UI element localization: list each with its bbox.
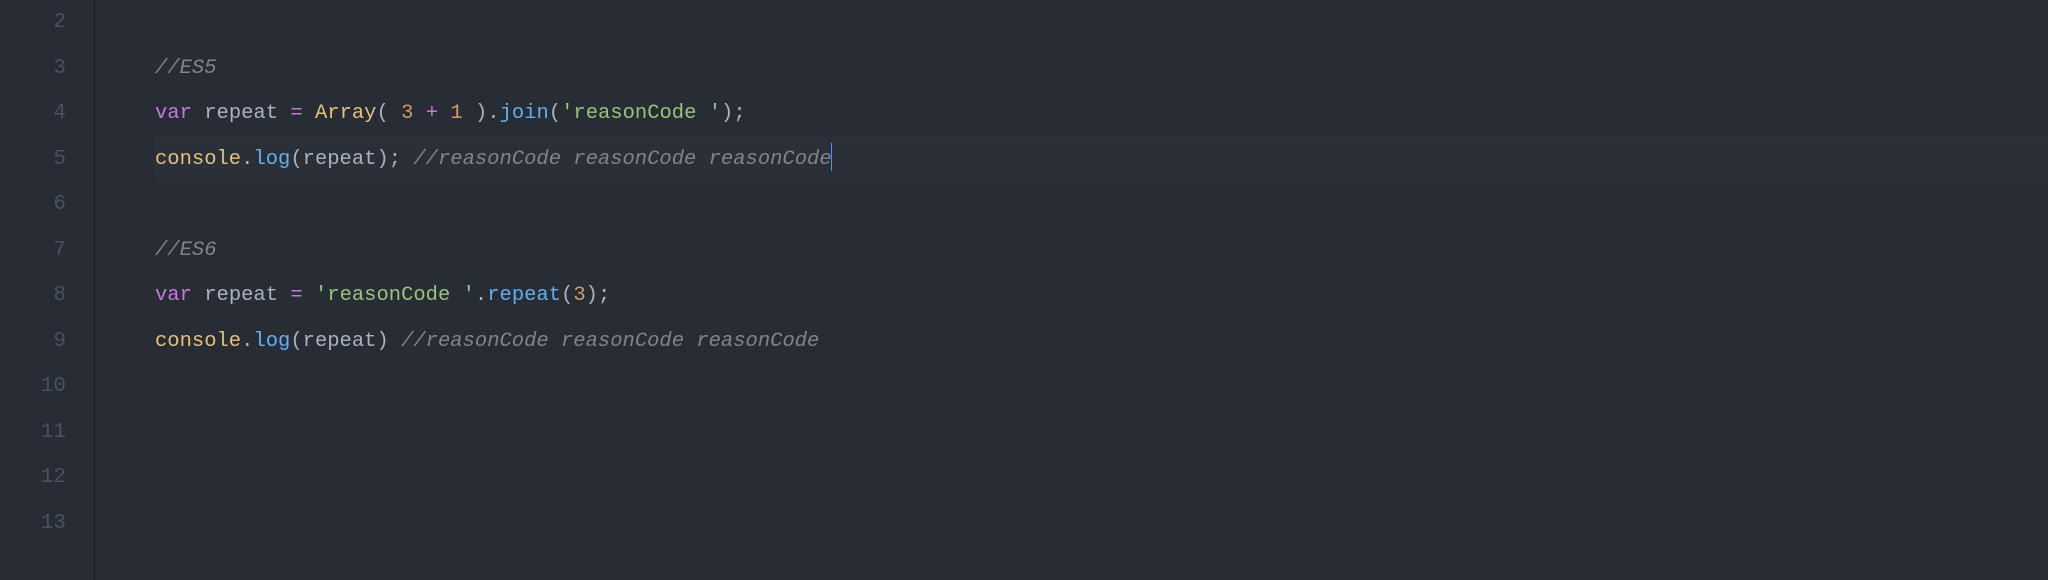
token (438, 102, 450, 125)
token: 3 (401, 102, 413, 125)
gutter: 2345678910111213 (0, 0, 95, 580)
token: = (290, 102, 302, 125)
token: repeat (204, 284, 278, 307)
token: . (241, 148, 253, 171)
token: 'reasonCode ' (315, 284, 475, 307)
line-number: 5 (0, 137, 66, 183)
token: ( (290, 148, 302, 171)
line-number: 3 (0, 46, 66, 92)
token: 1 (450, 102, 462, 125)
token: //reasonCode reasonCode reasonCode (401, 330, 819, 353)
code-line[interactable]: console.log(repeat) //reasonCode reasonC… (155, 319, 2048, 365)
line-number: 10 (0, 364, 66, 410)
code-line[interactable]: var repeat = Array( 3 + 1 ).join('reason… (155, 91, 2048, 137)
token: Array (315, 102, 377, 125)
token: console (155, 330, 241, 353)
token (413, 102, 425, 125)
token: ); (721, 102, 746, 125)
line-number: 13 (0, 501, 66, 547)
code-editor[interactable]: 2345678910111213 //ES5var repeat = Array… (0, 0, 2048, 580)
token: 3 (573, 284, 585, 307)
code-line[interactable]: //ES5 (155, 46, 2048, 92)
code-line[interactable] (155, 410, 2048, 456)
token: //reasonCode reasonCode reasonCode (413, 148, 831, 171)
text-cursor (831, 143, 832, 171)
token: ); (376, 148, 413, 171)
line-number: 6 (0, 182, 66, 228)
token: ); (586, 284, 611, 307)
line-number: 8 (0, 273, 66, 319)
token: ( (290, 330, 302, 353)
token (303, 284, 315, 307)
code-line[interactable]: //ES6 (155, 228, 2048, 274)
line-number: 9 (0, 319, 66, 365)
token (303, 102, 315, 125)
token: var (155, 102, 192, 125)
token (278, 102, 290, 125)
token: console (155, 148, 241, 171)
token: ( (549, 102, 561, 125)
code-area[interactable]: //ES5var repeat = Array( 3 + 1 ).join('r… (95, 0, 2048, 580)
code-line[interactable] (155, 0, 2048, 46)
code-line[interactable] (155, 501, 2048, 547)
token: . (241, 330, 253, 353)
line-number: 7 (0, 228, 66, 274)
token: 'reasonCode ' (561, 102, 721, 125)
code-line[interactable]: console.log(repeat); //reasonCode reason… (155, 137, 2048, 183)
token: //ES6 (155, 239, 217, 262)
token: + (426, 102, 438, 125)
token: //ES5 (155, 57, 217, 80)
token: = (290, 284, 302, 307)
token: join (500, 102, 549, 125)
line-number: 2 (0, 0, 66, 46)
token (278, 284, 290, 307)
token: ( (561, 284, 573, 307)
token: ) (376, 330, 401, 353)
token: var (155, 284, 192, 307)
code-line[interactable]: var repeat = 'reasonCode '.repeat(3); (155, 273, 2048, 319)
line-number: 4 (0, 91, 66, 137)
token: repeat (303, 330, 377, 353)
code-line[interactable] (155, 182, 2048, 228)
line-number: 12 (0, 455, 66, 501)
token (192, 284, 204, 307)
code-line[interactable] (155, 455, 2048, 501)
token: log (253, 330, 290, 353)
token: repeat (204, 102, 278, 125)
token: ( (376, 102, 401, 125)
token: log (253, 148, 290, 171)
token: repeat (303, 148, 377, 171)
token (192, 102, 204, 125)
token: repeat (487, 284, 561, 307)
token: ). (463, 102, 500, 125)
line-number: 11 (0, 410, 66, 456)
code-line[interactable] (155, 364, 2048, 410)
token: . (475, 284, 487, 307)
